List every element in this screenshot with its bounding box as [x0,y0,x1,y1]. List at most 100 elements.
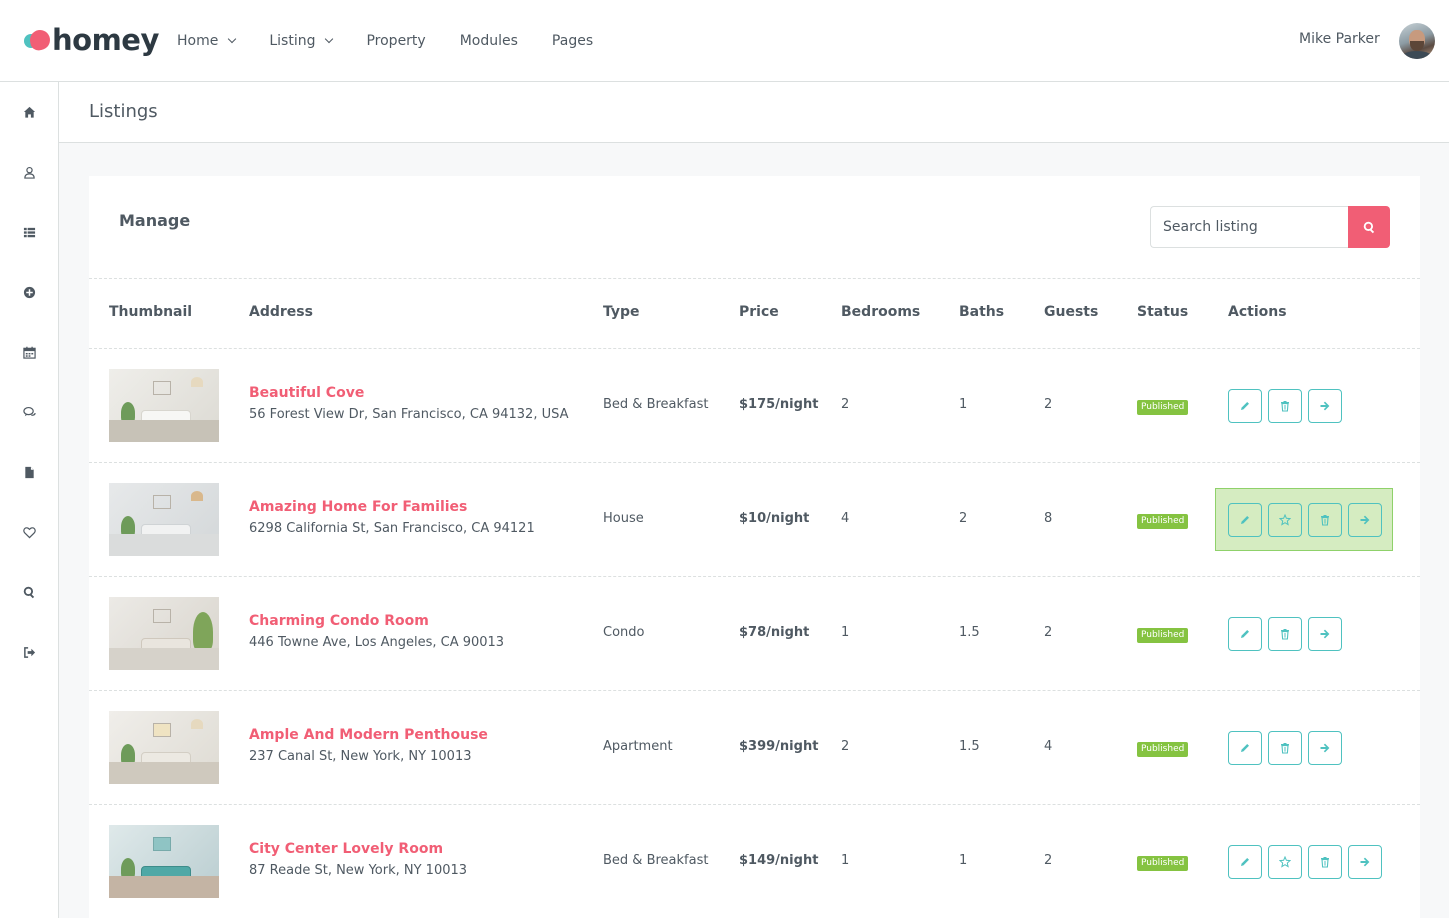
arrow-right-icon [1360,857,1370,867]
trash-icon [1281,629,1289,640]
pencil-icon [1241,744,1249,752]
listing-type: Bed & Breakfast [603,397,709,412]
nav-item-home[interactable]: Home [177,33,237,49]
go-button[interactable] [1308,617,1342,651]
arrow-right-icon [1320,401,1330,411]
calendar-icon[interactable] [22,345,36,359]
avatar[interactable] [1399,23,1435,59]
listing-price: $175/night [739,397,819,412]
listing-title-link[interactable]: Beautiful Cove [249,385,364,401]
arrow-right-icon [1360,515,1370,525]
listing-guests: 8 [1044,511,1053,526]
listing-thumbnail[interactable] [109,597,219,670]
delete-button[interactable] [1308,503,1342,537]
column-header-thumbnail: Thumbnail [109,304,193,320]
listing-address: 6298 California St, San Francisco, CA 94… [249,521,535,536]
search-button[interactable] [1348,206,1390,248]
go-button[interactable] [1308,389,1342,423]
table-row: Amazing Home For Families 6298 Californi… [89,463,1420,577]
listing-bedrooms: 1 [841,625,850,640]
listing-baths: 1 [959,853,968,868]
star-icon [1279,856,1291,868]
search-icon[interactable] [22,585,36,599]
listing-price: $149/night [739,853,819,868]
delete-button[interactable] [1268,731,1302,765]
go-button[interactable] [1308,731,1342,765]
listing-baths: 1.5 [959,739,980,754]
listing-thumbnail[interactable] [109,483,219,556]
pencil-icon [1241,630,1249,638]
listing-title-link[interactable]: Charming Condo Room [249,613,429,629]
featured-button[interactable] [1268,503,1302,537]
listing-thumbnail[interactable] [109,369,219,442]
user-icon[interactable] [22,165,36,179]
listing-thumbnail[interactable] [109,825,219,898]
delete-button[interactable] [1268,389,1302,423]
row-actions [1228,617,1348,651]
plus-circle-icon[interactable] [22,285,36,299]
listing-title-link[interactable]: Amazing Home For Families [249,499,467,515]
listing-baths: 2 [959,511,968,526]
nav-item-modules[interactable]: Modules [460,33,518,49]
edit-button[interactable] [1228,731,1262,765]
list-icon[interactable] [22,225,36,239]
heart-icon[interactable] [22,525,36,539]
arrow-right-icon [1320,629,1330,639]
featured-button[interactable] [1268,845,1302,879]
listing-baths: 1 [959,397,968,412]
trash-icon [1281,401,1289,412]
status-badge: Published [1137,628,1189,643]
home-icon[interactable] [22,105,36,119]
column-header-guests: Guests [1044,304,1099,320]
nav-label: Pages [551,33,594,49]
edit-button[interactable] [1228,845,1262,879]
go-button[interactable] [1348,845,1382,879]
user-name[interactable]: Mike Parker [1299,31,1380,47]
divider [89,278,1420,279]
logout-icon[interactable] [22,645,36,659]
panel-title: Manage [119,211,191,230]
listing-guests: 4 [1044,739,1053,754]
nav-label: Modules [459,33,518,49]
listing-title-link[interactable]: Ample And Modern Penthouse [249,727,488,743]
arrow-right-icon [1320,743,1330,753]
chat-icon[interactable] [22,405,36,419]
status-badge: Published [1137,400,1189,415]
delete-button[interactable] [1268,617,1302,651]
file-icon[interactable] [22,465,36,479]
listing-bedrooms: 1 [841,853,850,868]
go-button[interactable] [1348,503,1382,537]
delete-button[interactable] [1308,845,1342,879]
listing-thumbnail[interactable] [109,711,219,784]
nav-item-property[interactable]: Property [366,33,425,49]
edit-button[interactable] [1228,389,1262,423]
listing-type: Condo [603,625,645,640]
column-header-type: Type [603,304,640,320]
listing-type: House [603,511,644,526]
edit-button[interactable] [1228,503,1262,537]
page-title: Listings [89,101,158,122]
table-row: Beautiful Cove 56 Forest View Dr, San Fr… [89,349,1420,463]
logo-heart-icon [24,28,52,52]
listing-address: 87 Reade St, New York, NY 10013 [249,863,468,878]
row-actions [1228,389,1348,423]
edit-button[interactable] [1228,617,1262,651]
nav-label: Home [177,33,219,49]
brand-logo[interactable]: homey [24,25,159,55]
listing-bedrooms: 2 [841,397,850,412]
top-header: homey Home Listing Property Modules Page… [0,0,1449,82]
column-header-baths: Baths [959,304,1005,320]
table-row: City Center Lovely Room 87 Reade St, New… [89,805,1420,918]
trash-icon [1321,857,1329,868]
nav-item-pages[interactable]: Pages [552,33,593,49]
sidebar [0,82,59,918]
listing-type: Bed & Breakfast [603,853,709,868]
nav-label: Listing [269,33,316,49]
listing-title-link[interactable]: City Center Lovely Room [249,841,443,857]
search-input[interactable] [1150,206,1349,248]
listing-address: 446 Towne Ave, Los Angeles, CA 90013 [249,635,505,650]
listing-baths: 1.5 [959,625,980,640]
nav-item-listing[interactable]: Listing [269,33,334,49]
listing-price: $78/night [739,625,810,640]
brand-name: homey [52,23,159,57]
